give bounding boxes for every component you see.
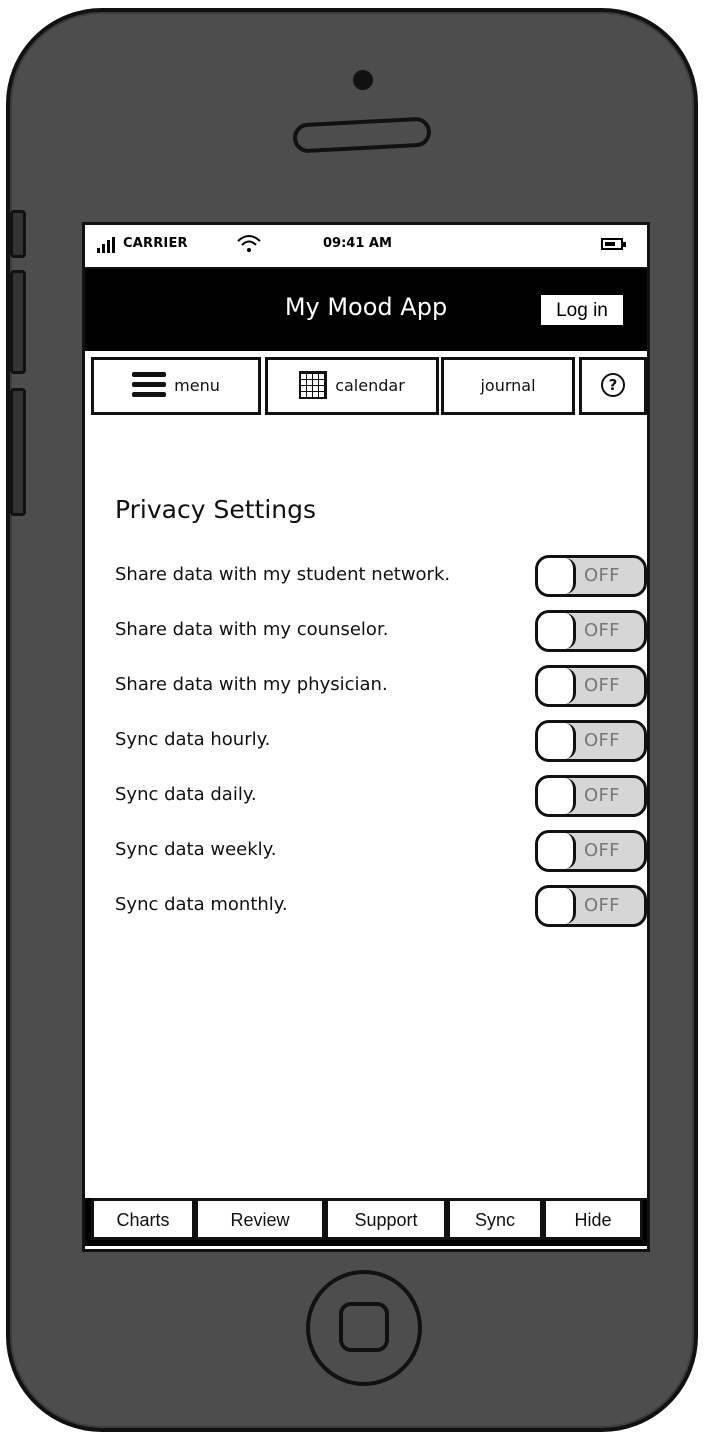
- home-button[interactable]: [306, 1270, 422, 1386]
- tab-menu[interactable]: menu: [91, 357, 261, 415]
- phone-volume-down-button: [10, 388, 26, 516]
- setting-row: Share data with my counselor. OFF: [115, 610, 647, 652]
- sync-daily-toggle[interactable]: OFF: [535, 775, 647, 817]
- toggle-knob: [538, 723, 576, 759]
- tab-journal[interactable]: journal: [441, 357, 575, 415]
- camera-icon: [353, 70, 373, 90]
- toggle-state-label: OFF: [584, 840, 620, 861]
- bottom-tab-charts[interactable]: Charts: [91, 1198, 195, 1240]
- toggle-state-label: OFF: [584, 620, 620, 641]
- toggle-state-label: OFF: [584, 785, 620, 806]
- toggle-knob: [538, 833, 576, 869]
- signal-icon: [97, 237, 117, 253]
- app-header: My Mood App Log in: [85, 269, 647, 351]
- toggle-knob: [538, 613, 576, 649]
- setting-row: Sync data hourly. OFF: [115, 720, 647, 762]
- toggle-state-label: OFF: [584, 730, 620, 751]
- status-time: 09:41 AM: [323, 236, 392, 251]
- phone-volume-up-button: [10, 270, 26, 374]
- toggle-knob: [538, 778, 576, 814]
- tab-calendar-label: calendar: [335, 376, 405, 395]
- bottom-tab-support[interactable]: Support: [325, 1198, 447, 1240]
- tab-help[interactable]: ?: [579, 357, 647, 415]
- share-student-network-toggle[interactable]: OFF: [535, 555, 647, 597]
- hamburger-menu-icon: [132, 371, 167, 398]
- toggle-state-label: OFF: [584, 895, 620, 916]
- status-bar: CARRIER 09:41 AM: [85, 225, 647, 269]
- toggle-state-label: OFF: [584, 675, 620, 696]
- phone-screen: CARRIER 09:41 AM My Mood App Log in menu: [82, 222, 650, 1252]
- battery-icon: [601, 238, 626, 250]
- setting-label: Share data with my student network.: [115, 564, 451, 585]
- privacy-settings-title: Privacy Settings: [115, 495, 317, 524]
- setting-label: Share data with my counselor.: [115, 619, 389, 640]
- setting-label: Share data with my physician.: [115, 674, 388, 695]
- toggle-knob: [538, 888, 576, 924]
- setting-label: Sync data weekly.: [115, 839, 277, 860]
- login-button[interactable]: Log in: [541, 295, 623, 325]
- setting-row: Sync data daily. OFF: [115, 775, 647, 817]
- sync-weekly-toggle[interactable]: OFF: [535, 830, 647, 872]
- wifi-icon: [237, 235, 261, 252]
- sync-monthly-toggle[interactable]: OFF: [535, 885, 647, 927]
- setting-label: Sync data hourly.: [115, 729, 271, 750]
- carrier-label: CARRIER: [123, 236, 188, 251]
- speaker-grill-icon: [292, 116, 432, 154]
- help-icon: ?: [601, 372, 625, 397]
- tab-journal-label: journal: [480, 376, 536, 395]
- sync-hourly-toggle[interactable]: OFF: [535, 720, 647, 762]
- setting-row: Sync data monthly. OFF: [115, 885, 647, 927]
- top-tab-bar: menu calendar journal ?: [85, 351, 647, 421]
- bottom-tab-bar: Charts Review Support Sync Hide: [85, 1198, 647, 1246]
- setting-row: Share data with my student network. OFF: [115, 555, 647, 597]
- setting-row: Share data with my physician. OFF: [115, 665, 647, 707]
- setting-row: Sync data weekly. OFF: [115, 830, 647, 872]
- share-physician-toggle[interactable]: OFF: [535, 665, 647, 707]
- setting-label: Sync data daily.: [115, 784, 257, 805]
- toggle-knob: [538, 668, 576, 704]
- toggle-state-label: OFF: [584, 565, 620, 586]
- bottom-tab-sync[interactable]: Sync: [447, 1198, 543, 1240]
- bottom-tab-hide[interactable]: Hide: [543, 1198, 643, 1240]
- bottom-tab-review[interactable]: Review: [195, 1198, 325, 1240]
- phone-frame: CARRIER 09:41 AM My Mood App Log in menu: [6, 8, 698, 1432]
- setting-label: Sync data monthly.: [115, 894, 288, 915]
- phone-side-button: [10, 210, 26, 258]
- tab-menu-label: menu: [174, 376, 220, 395]
- tab-calendar[interactable]: calendar: [265, 357, 439, 415]
- calendar-icon: [299, 370, 328, 399]
- home-square-icon: [339, 1302, 389, 1352]
- toggle-knob: [538, 558, 576, 594]
- share-counselor-toggle[interactable]: OFF: [535, 610, 647, 652]
